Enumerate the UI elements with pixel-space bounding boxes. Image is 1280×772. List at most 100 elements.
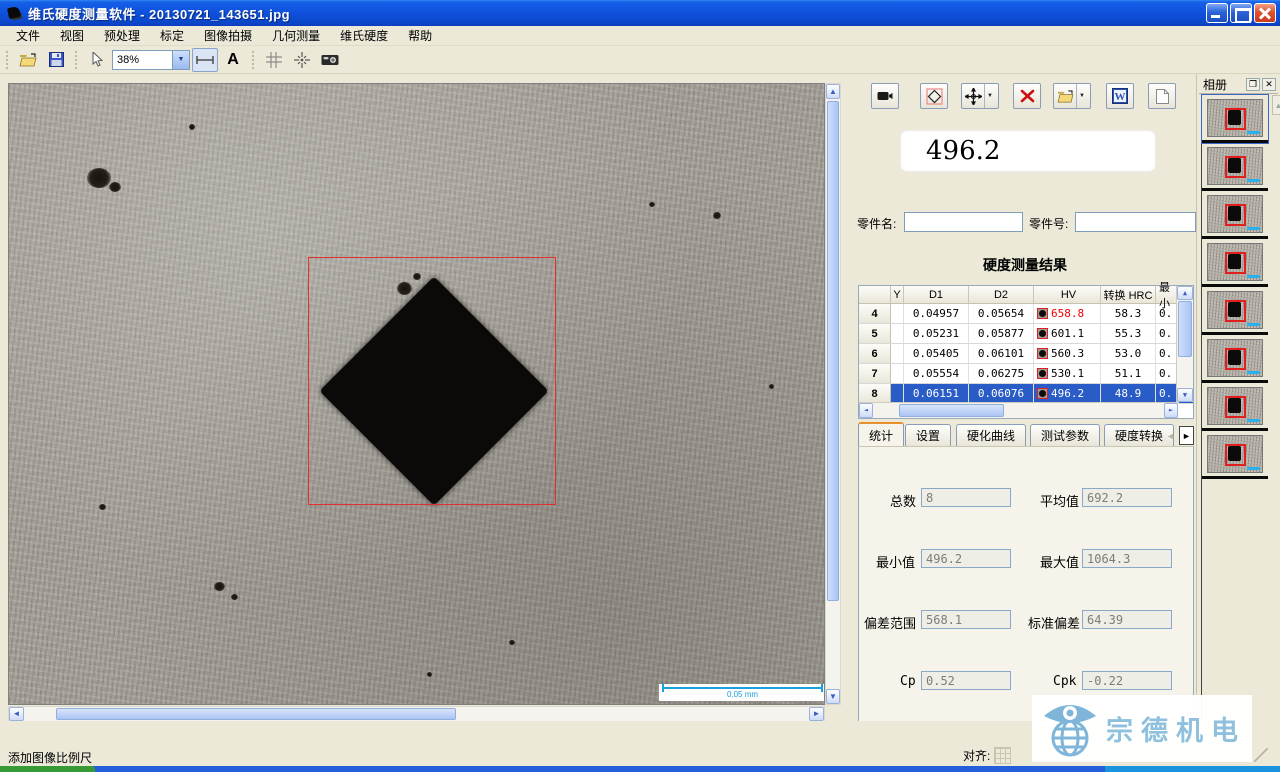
album-thumbnail[interactable] — [1202, 431, 1268, 479]
album-thumbnail[interactable] — [1202, 95, 1268, 143]
maximize-button[interactable] — [1230, 3, 1252, 23]
align-grid-icon[interactable] — [994, 747, 1011, 764]
scroll-left-icon[interactable]: ◄ — [859, 403, 873, 418]
measurement-roi-box[interactable] — [308, 257, 556, 505]
album-thumbnail[interactable] — [1202, 143, 1268, 191]
micrograph-viewport[interactable]: 0.05 mm — [8, 83, 825, 705]
debris-spot — [99, 504, 106, 510]
scroll-down-icon[interactable]: ▼ — [1177, 388, 1193, 402]
table-vertical-scrollbar[interactable]: ▲ ▼ — [1176, 286, 1193, 402]
table-row[interactable]: 4 0.04957 0.05654 658.8 58.3 0. — [859, 304, 1193, 324]
zoom-level-combobox[interactable]: 38% ▼ — [112, 50, 190, 70]
cpk-field — [1082, 671, 1172, 690]
export-word-button[interactable]: W — [1106, 83, 1134, 109]
save-button[interactable] — [43, 48, 69, 72]
album-header: 相册 ❐ ✕ — [1199, 76, 1278, 94]
main-toolbar: 38% ▼ A — [0, 46, 1280, 74]
part-no-input[interactable] — [1075, 212, 1196, 232]
resize-grip[interactable] — [1254, 748, 1268, 762]
save-floppy-icon — [49, 52, 64, 67]
viewer-horizontal-scrollbar[interactable]: ◄ ► — [8, 706, 825, 722]
minimize-button[interactable] — [1206, 3, 1228, 23]
dropdown-arrow-icon[interactable]: ▼ — [984, 84, 995, 108]
scroll-right-icon[interactable]: ► — [1164, 403, 1178, 418]
album-close-icon[interactable]: ✕ — [1262, 78, 1276, 91]
thumb-scale-bar — [1247, 275, 1260, 278]
diamond-select-icon — [926, 88, 943, 105]
tab-next-icon[interactable]: ► — [1179, 426, 1194, 445]
scroll-left-icon[interactable]: ◄ — [9, 707, 24, 721]
part-name-input[interactable] — [904, 212, 1023, 232]
tab-test-parameters[interactable]: 测试参数 — [1030, 424, 1100, 446]
menu-geometry-measure[interactable]: 几何测量 — [262, 25, 330, 46]
open-file-button[interactable] — [15, 48, 41, 72]
select-cursor-button[interactable] — [84, 48, 110, 72]
float-window-icon[interactable]: ❐ — [1246, 78, 1260, 91]
scroll-up-icon[interactable]: ▲ — [1177, 286, 1193, 300]
part-no-label: 零件号: — [1029, 215, 1068, 232]
viewer-vscroll-thumb[interactable] — [827, 101, 839, 601]
cpk-label: Cpk — [1053, 674, 1076, 689]
menu-image-capture[interactable]: 图像拍摄 — [194, 25, 262, 46]
table-row[interactable]: 7 0.05554 0.06275 530.1 51.1 0. — [859, 364, 1193, 384]
scalebar-tool-button[interactable] — [192, 48, 218, 72]
toolbar-grip — [5, 50, 10, 70]
table-hscroll-thumb[interactable] — [899, 404, 1004, 417]
export-open-button[interactable]: ▼ — [1053, 83, 1091, 109]
col-hv: HV — [1034, 286, 1101, 303]
tab-settings[interactable]: 设置 — [905, 424, 951, 446]
album-thumbnail[interactable] — [1202, 335, 1268, 383]
select-indentation-button[interactable] — [920, 83, 948, 109]
video-camera-icon — [877, 91, 893, 101]
cell-hv: 560.3 — [1034, 344, 1101, 363]
viewer-vertical-scrollbar[interactable]: ▲ ▼ — [825, 83, 841, 705]
menu-file[interactable]: 文件 — [6, 25, 50, 46]
capture-camera-button[interactable] — [317, 48, 343, 72]
live-video-button[interactable] — [871, 83, 899, 109]
grid-overlay-button[interactable] — [261, 48, 287, 72]
close-button[interactable] — [1254, 3, 1276, 23]
new-document-button[interactable] — [1148, 83, 1176, 109]
menu-vickers-hardness[interactable]: 维氏硬度 — [330, 25, 398, 46]
text-annotation-button[interactable]: A — [220, 48, 246, 72]
scroll-right-icon[interactable]: ► — [809, 707, 824, 721]
mean-field — [1082, 488, 1172, 507]
center-crosshair-button[interactable] — [289, 48, 315, 72]
combo-dropdown-icon[interactable]: ▼ — [172, 51, 189, 69]
cell-hv: 658.8 — [1034, 304, 1101, 323]
scroll-up-icon[interactable]: ▲ — [826, 84, 840, 99]
table-row[interactable]: 5 0.05231 0.05877 601.1 55.3 0. — [859, 324, 1193, 344]
table-vscroll-thumb[interactable] — [1178, 301, 1192, 357]
album-thumbnail[interactable] — [1202, 383, 1268, 431]
cell-hv: 530.1 — [1034, 364, 1101, 383]
album-thumbnail[interactable] — [1202, 287, 1268, 335]
table-row-selected[interactable]: 8 0.06151 0.06076 496.2 48.9 0. — [859, 384, 1193, 404]
album-thumbnail[interactable] — [1202, 239, 1268, 287]
tab-hardening-curve[interactable]: 硬化曲线 — [956, 424, 1026, 446]
tab-statistics[interactable]: 统计 — [858, 422, 904, 446]
thumb-scale-bar — [1247, 131, 1260, 134]
max-label: 最大值 — [1040, 552, 1079, 571]
dropdown-arrow-icon[interactable]: ▼ — [1076, 84, 1087, 108]
delete-measurement-button[interactable] — [1013, 83, 1041, 109]
results-title: 硬度测量结果 — [955, 255, 1095, 275]
menu-preprocess[interactable]: 预处理 — [94, 25, 150, 46]
auto-measure-button[interactable]: ▼ — [961, 83, 999, 109]
album-thumbnail[interactable] — [1202, 191, 1268, 239]
min-field — [921, 549, 1011, 568]
album-scroll-up-icon[interactable]: ▲ — [1272, 95, 1280, 115]
menu-help[interactable]: 帮助 — [398, 25, 442, 46]
table-horizontal-scrollbar[interactable]: ◄ ► — [859, 402, 1178, 418]
results-table[interactable]: Y D1 D2 HV 转换 HRC 最小 4 0.04957 0.05654 6… — [858, 285, 1194, 419]
window-title: 维氏硬度测量软件 - 20130721_143651.jpg — [28, 4, 290, 23]
blank-page-icon — [1156, 89, 1169, 104]
align-label: 对齐: — [963, 747, 990, 764]
table-row[interactable]: 6 0.05405 0.06101 560.3 53.0 0. — [859, 344, 1193, 364]
menu-view[interactable]: 视图 — [50, 25, 94, 46]
cell-y — [891, 324, 904, 343]
row-index: 7 — [859, 364, 891, 383]
row-index: 4 — [859, 304, 891, 323]
scroll-down-icon[interactable]: ▼ — [826, 689, 840, 704]
menu-calibration[interactable]: 标定 — [150, 25, 194, 46]
viewer-hscroll-thumb[interactable] — [56, 708, 456, 720]
